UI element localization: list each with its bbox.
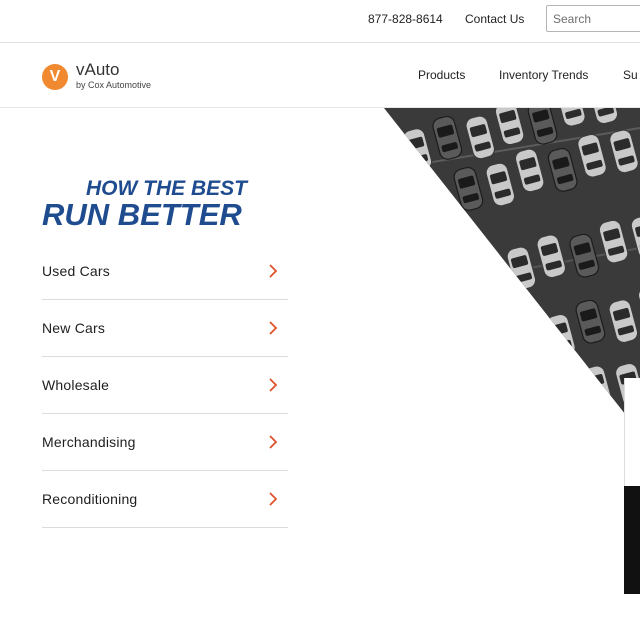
nav-inventory-trends[interactable]: Inventory Trends [499,68,588,82]
chevron-right-icon [269,264,278,278]
nav-products[interactable]: Products [418,68,465,82]
logo-tagline: by Cox Automotive [76,80,152,90]
logo-badge-icon: V [42,64,68,90]
menu-item-label: Used Cars [42,263,110,279]
chevron-right-icon [269,435,278,449]
menu-item-label: Wholesale [42,377,110,393]
video-card[interactable] [624,486,640,594]
vauto-logo[interactable]: V vAuto by Cox Automotive [42,60,172,94]
headline-line-2: RUN BETTER [42,197,242,232]
menu-item-new-cars[interactable]: New Cars [42,300,288,357]
contact-us-link[interactable]: Contact Us [465,12,524,26]
hero-headline: HOW THE BEST RUN BETTER [42,177,249,232]
parking-lot-photo [384,108,640,433]
menu-item-used-cars[interactable]: Used Cars [42,243,288,300]
menu-item-label: New Cars [42,320,106,336]
chevron-right-icon [269,492,278,506]
main-header: V vAuto by Cox Automotive Products Inven… [0,44,640,108]
nav-solutions[interactable]: Su [623,68,638,82]
chevron-right-icon [269,321,278,335]
phone-link[interactable]: 877-828-8614 [368,12,443,26]
menu-item-merchandising[interactable]: Merchandising [42,414,288,471]
menu-item-wholesale[interactable]: Wholesale [42,357,288,414]
menu-item-reconditioning[interactable]: Reconditioning [42,471,288,528]
feature-card[interactable] [624,378,640,486]
search-input[interactable] [546,5,640,32]
logo-name: vAuto [76,60,120,79]
utility-bar: 877-828-8614 Contact Us [0,0,640,43]
solutions-menu: Used Cars New Cars Wholesale Merchandisi… [42,243,288,528]
menu-item-label: Merchandising [42,434,136,450]
chevron-right-icon [269,378,278,392]
menu-item-label: Reconditioning [42,491,138,507]
